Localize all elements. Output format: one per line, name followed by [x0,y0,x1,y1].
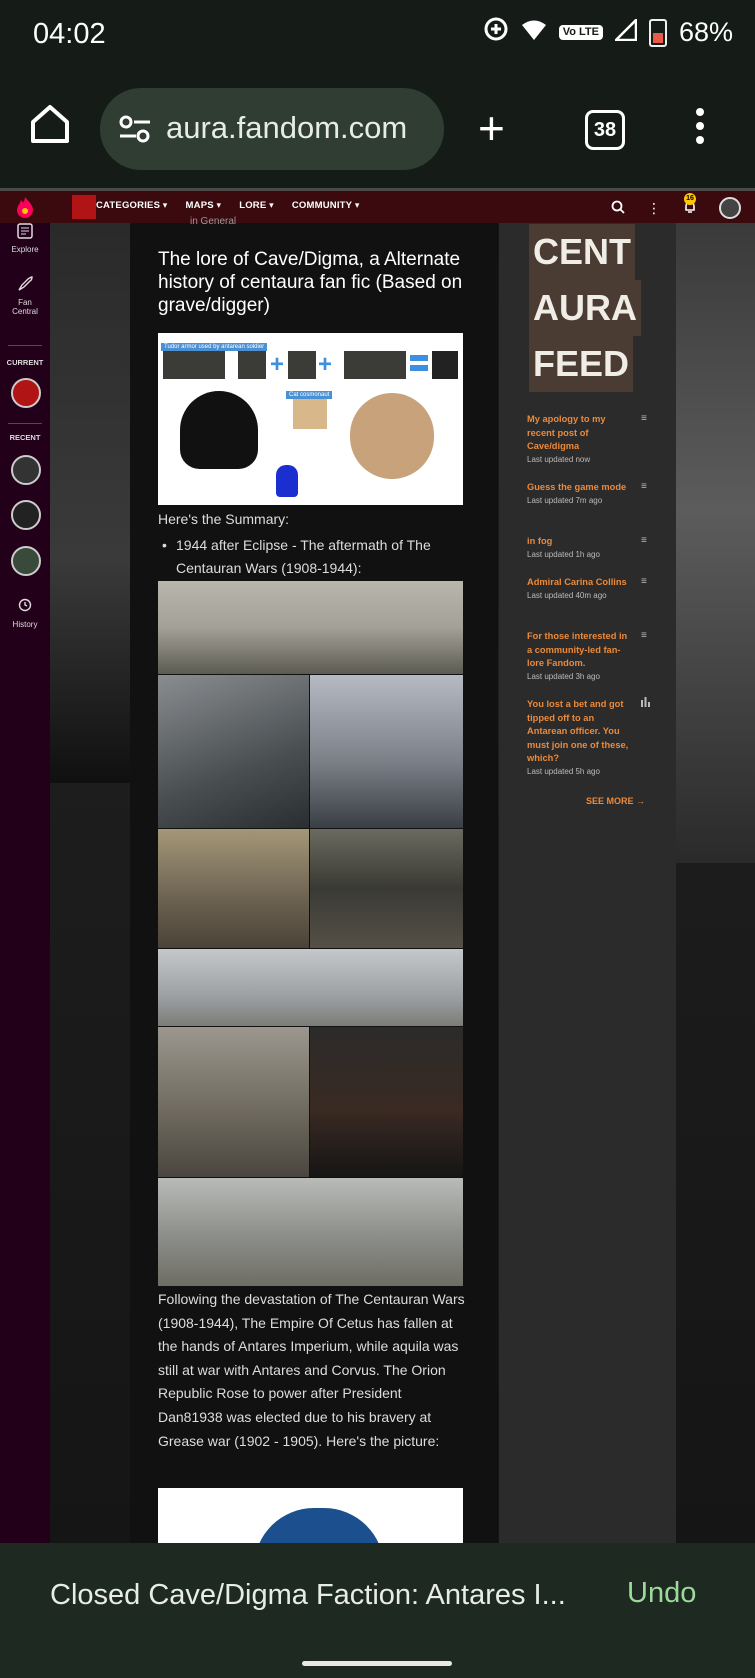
rail-current-label: CURRENT [6,358,44,367]
browser-toolbar: aura.fandom.com + 38 [0,72,755,188]
gallery-image[interactable] [158,949,463,1026]
new-tab-button[interactable]: + [478,105,505,151]
text-icon: ≡ [641,630,647,641]
snackbar-message: Closed Cave/Digma Faction: Antares I... [50,1579,566,1611]
background-art-left [50,223,130,783]
officer-cartoon [350,393,434,479]
rail-recent-wiki-1[interactable] [11,455,41,485]
rocket-icon [15,276,35,294]
data-saver-icon [483,16,509,49]
rail-fan-central[interactable]: Fan Central [0,276,50,316]
soldier-cartoon [180,391,258,469]
home-icon [31,105,69,143]
feed-item[interactable]: You lost a bet and got tipped off to an … [527,698,632,776]
meme-caption-2: Cat cosmonaut [286,391,333,399]
text-icon: ≡ [641,481,647,492]
poll-icon [641,697,651,710]
rail-recent-label: RECENT [9,433,41,442]
snackbar: Closed Cave/Digma Faction: Antares I... … [0,1543,755,1678]
summary-intro: Here's the Summary: [158,511,290,527]
site-nav-actions: ⋮ [611,197,741,219]
site-nav-bar: CATEGORIES MAPS LORE COMMUNITY ⋮ 16 [0,191,755,223]
explore-icon [15,223,35,241]
nav-categories[interactable]: CATEGORIES [96,200,168,211]
feed-item[interactable]: Admiral Carina Collins Last updated 40m … [527,576,632,600]
notification-count: 16 [684,193,696,205]
rail-divider [8,423,42,424]
clock-icon [15,598,35,616]
user-avatar[interactable] [719,197,741,219]
gallery-image[interactable] [310,1027,463,1177]
battery-percent: 68% [678,17,733,47]
rail-recent-wiki-3[interactable] [11,546,41,576]
post-paragraph: Following the devastation of The Centaur… [158,1291,465,1449]
feed-title: CENT AURA FEED [529,224,641,392]
gallery-image[interactable] [310,675,463,828]
site-settings-icon[interactable] [118,114,152,144]
feed-item[interactable]: in fog Last updated 1h ago [527,535,632,559]
gallery-image[interactable] [158,581,463,674]
site-nav-items: CATEGORIES MAPS LORE COMMUNITY [96,200,360,211]
background-art-right [676,223,755,863]
more-options-icon[interactable]: ⋮ [647,200,661,217]
rail-history[interactable]: History [0,598,50,629]
meme-caption-1: Tudor armor used by antarean soldier [161,343,268,351]
gallery-image[interactable] [158,1178,463,1286]
gallery-image[interactable] [310,829,463,948]
battery-icon [648,18,667,47]
see-more-link[interactable]: SEE MORE → [586,796,645,806]
plus-icon: + [478,102,505,154]
status-icons: Vo LTE 68% [483,16,733,49]
home-button[interactable] [28,102,72,146]
cat-image [293,399,327,429]
wifi-icon [521,17,547,48]
address-bar[interactable]: aura.fandom.com [100,88,444,170]
url-text[interactable]: aura.fandom.com [166,110,407,146]
feed-item[interactable]: My apology to my recent post of Cave/dig… [527,413,632,464]
signal-icon [612,16,638,48]
wiki-avatar[interactable] [72,195,96,219]
gallery-image[interactable] [158,829,309,948]
rail-recent-wiki-2[interactable] [11,500,41,530]
crewmate-figure [276,465,298,497]
arrow-right-icon: → [636,796,646,806]
text-icon: ≡ [641,576,647,587]
summary-bullet: 1944 after Eclipse - The aftermath of Th… [162,534,466,580]
nav-maps[interactable]: MAPS [186,200,222,211]
status-bar: 04:02 Vo LTE 68% [0,0,755,72]
meme-image[interactable]: Tudor armor used by antarean soldier + +… [158,333,463,505]
gesture-bar[interactable] [302,1661,452,1666]
post-category[interactable]: in General [190,216,236,227]
rail-divider [8,345,42,346]
rail-current-wiki[interactable] [11,378,41,408]
browser-menu-button[interactable] [696,108,704,150]
global-left-rail: Explore Fan Central CURRENT RECENT Histo… [0,223,50,1543]
post-title: The lore of Cave/Digma, a Alternate hist… [158,249,463,316]
tab-switcher-button[interactable]: 38 [585,110,625,150]
rail-explore[interactable]: Explore [0,223,50,254]
volte-badge: Vo LTE [558,25,603,40]
fandom-logo-icon[interactable] [14,196,36,218]
portrait-image[interactable] [158,1488,463,1548]
status-time: 04:02 [33,18,106,50]
feed-item[interactable]: For those interested in a community-led … [527,630,632,681]
gallery-image[interactable] [158,1027,309,1177]
text-icon: ≡ [641,413,647,424]
nav-lore[interactable]: LORE [239,200,274,211]
text-icon: ≡ [641,535,647,546]
nav-community[interactable]: COMMUNITY [292,200,360,211]
undo-button[interactable]: Undo [627,1577,696,1610]
gallery-image[interactable] [158,675,309,828]
feed-item[interactable]: Guess the game mode Last updated 7m ago [527,481,632,505]
search-icon[interactable] [611,200,625,217]
